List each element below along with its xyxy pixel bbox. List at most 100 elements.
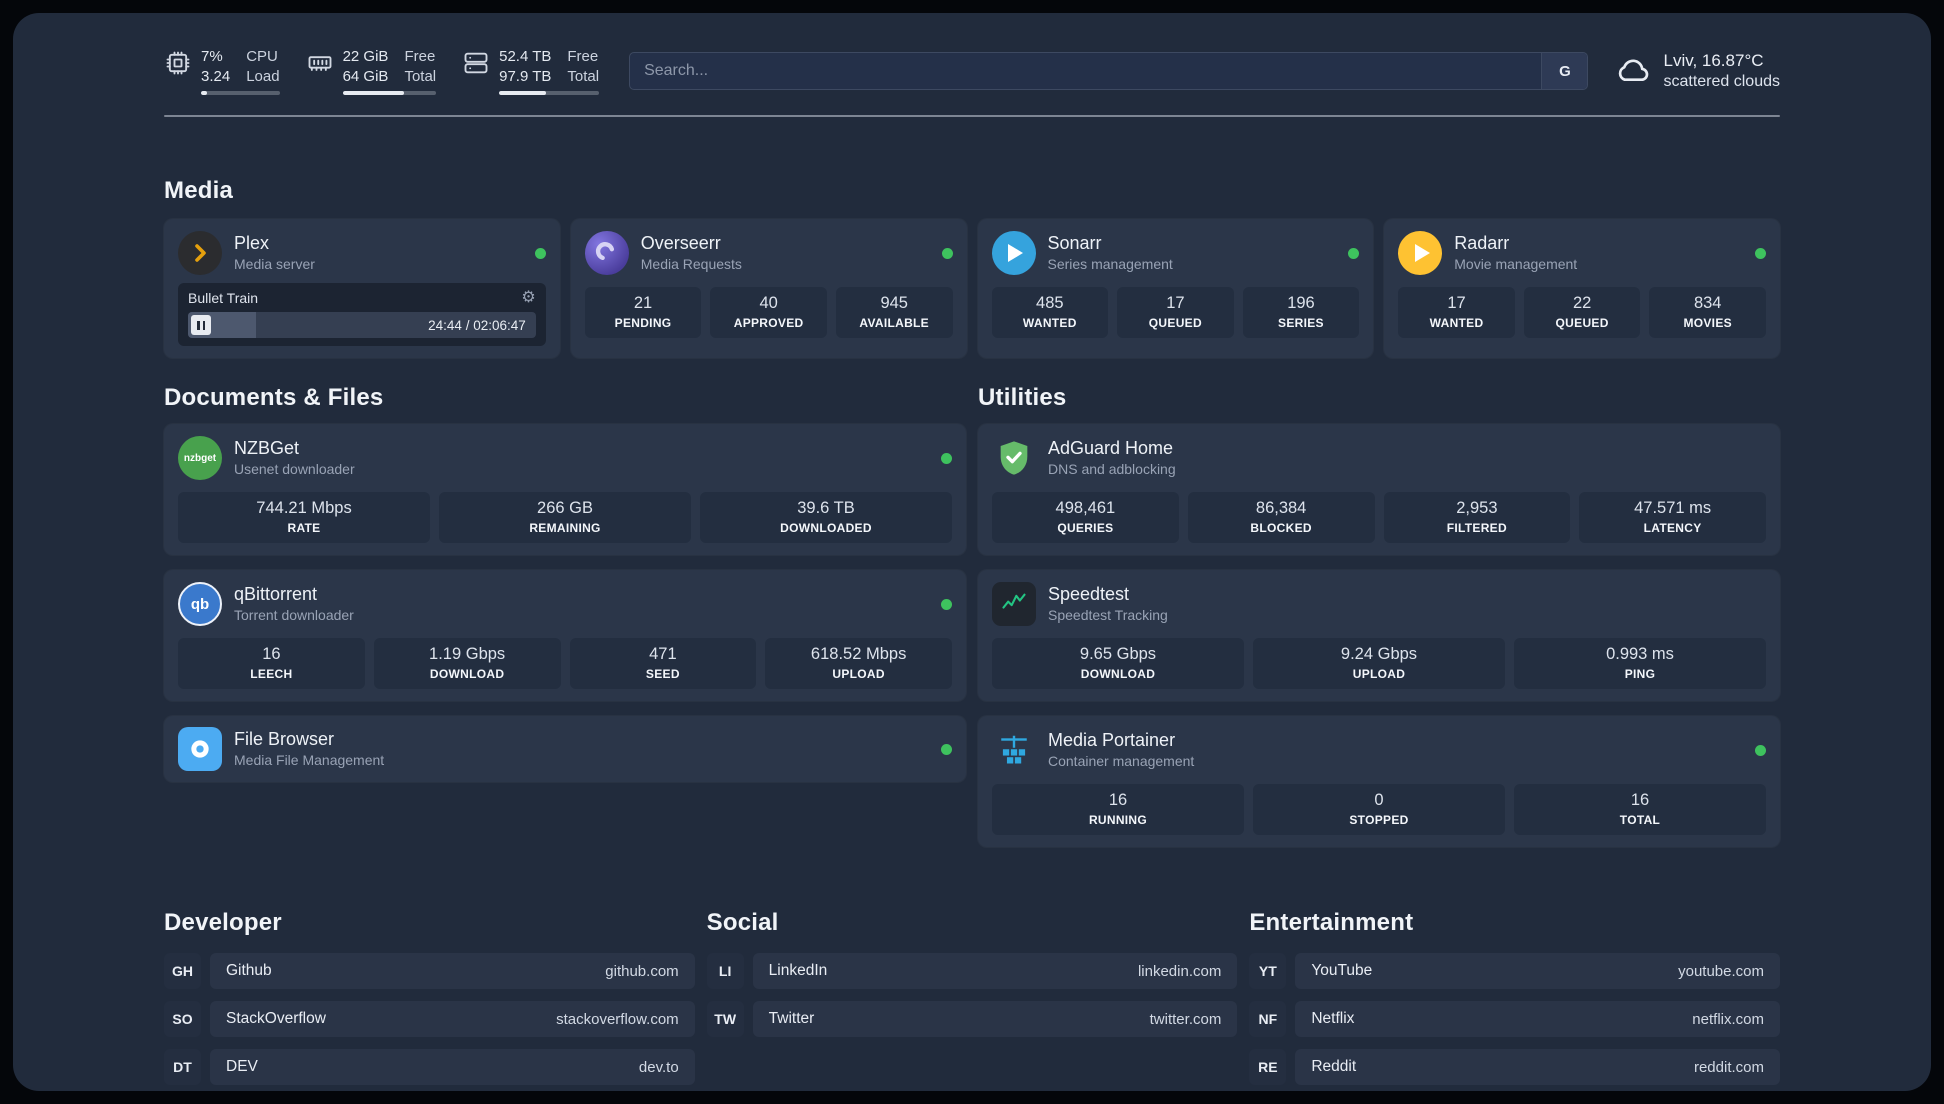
- bookmark-stackoverflow[interactable]: SO StackOverflow stackoverflow.com: [164, 1001, 695, 1037]
- stat-tile: 471 SEED: [569, 638, 757, 689]
- stat-tile: 21 PENDING: [584, 287, 702, 338]
- weather-location: Lviv, 16.87°C: [1663, 50, 1764, 70]
- app-subtitle: Speedtest Tracking: [1048, 607, 1168, 624]
- disk-total-value: 97.9 TB: [499, 67, 552, 85]
- filebrowser-card[interactable]: File Browser Media File Management: [164, 716, 966, 782]
- bookmark-abbr: YT: [1249, 953, 1287, 989]
- now-playing-title: Bullet Train: [188, 290, 259, 306]
- ram-icon: [308, 56, 332, 71]
- bookmark-abbr: DT: [164, 1049, 201, 1085]
- disk-widget: 52.4 TB 97.9 TB Free Total: [462, 47, 600, 95]
- pause-button[interactable]: [191, 315, 211, 335]
- media-section-heading: Media: [164, 177, 234, 204]
- stat-tile: 16 TOTAL: [1514, 784, 1766, 835]
- bookmark-url: stackoverflow.com: [556, 1010, 679, 1028]
- stat-value: 22: [1572, 294, 1592, 312]
- qbittorrent-card[interactable]: qb qBittorrent Torrent downloader 16 LEE…: [164, 570, 966, 701]
- bookmark-reddit[interactable]: RE Reddit reddit.com: [1249, 1049, 1780, 1085]
- bookmark-name: YouTube: [1311, 962, 1373, 979]
- stat-label: LATENCY: [1643, 521, 1702, 535]
- stat-tile: 22 QUEUED: [1523, 287, 1641, 338]
- bookmark-youtube[interactable]: YT YouTube youtube.com: [1249, 953, 1780, 989]
- documents-column: Documents & Files nzbget NZBGet Usenet d…: [164, 384, 966, 782]
- stat-label: STOPPED: [1349, 813, 1409, 827]
- app-subtitle: Series management: [1047, 256, 1173, 273]
- adguard-card[interactable]: AdGuard Home DNS and adblocking 498,461 …: [978, 424, 1780, 555]
- stat-tile: 17 QUEUED: [1117, 287, 1234, 338]
- stat-label: QUEUED: [1555, 316, 1609, 330]
- overseerr-card[interactable]: Overseerr Media Requests 21 PENDING 40 A…: [570, 219, 967, 358]
- nzbget-card[interactable]: nzbget NZBGet Usenet downloader 744.21 M…: [164, 424, 966, 555]
- bookmark-name: Twitter: [768, 1010, 815, 1027]
- app-name: AdGuard Home: [1048, 437, 1174, 458]
- stat-tile: 266 GB REMAINING: [439, 492, 691, 543]
- dashboard-page: 7% 3.24 CPU Load 22 GiB 64 GiB Free Tota…: [13, 13, 1931, 1091]
- status-dot: [941, 598, 952, 610]
- stat-value: 485: [1036, 294, 1064, 312]
- system-widgets: 7% 3.24 CPU Load 22 GiB 64 GiB Free Tota…: [164, 47, 600, 95]
- bookmark-url: twitter.com: [1149, 1010, 1222, 1028]
- portainer-card[interactable]: Media Portainer Container management 16 …: [978, 716, 1780, 847]
- bookmark-twitter[interactable]: TW Twitter twitter.com: [706, 1001, 1238, 1037]
- sonarr-card[interactable]: Sonarr Series management 485 WANTED 17 Q…: [977, 219, 1374, 358]
- stat-tile: 17 WANTED: [1398, 287, 1515, 338]
- status-dot: [1755, 247, 1766, 259]
- stat-label: LEECH: [250, 667, 293, 681]
- bookmark-abbr: TW: [706, 1001, 744, 1037]
- stat-label: DOWNLOAD: [429, 667, 505, 681]
- stat-label: DOWNLOADED: [780, 521, 872, 535]
- stat-tile: 47.571 ms LATENCY: [1579, 492, 1766, 543]
- bookmark-url: linkedin.com: [1137, 962, 1222, 980]
- stat-tile: 498,461 QUERIES: [992, 492, 1179, 543]
- bookmark-url: youtube.com: [1678, 962, 1764, 980]
- stat-label: RUNNING: [1088, 813, 1148, 827]
- adguard-icon: [992, 436, 1036, 480]
- bookmark-name: Netflix: [1311, 1010, 1355, 1027]
- stat-value: 16: [1630, 791, 1650, 809]
- app-name: File Browser: [234, 728, 335, 749]
- stat-tile: 1.19 Gbps DOWNLOAD: [373, 638, 561, 689]
- search-input[interactable]: [630, 53, 1542, 89]
- bookmark-name: StackOverflow: [226, 1010, 326, 1027]
- stat-label: SEED: [645, 667, 680, 681]
- stat-value: 17: [1166, 294, 1185, 312]
- speedtest-card[interactable]: Speedtest Speedtest Tracking 9.65 Gbps D…: [978, 570, 1780, 701]
- app-name: Media Portainer: [1048, 729, 1176, 750]
- google-search-button[interactable]: G: [1541, 53, 1588, 89]
- playback-time: 24:44 / 02:06:47: [428, 317, 526, 333]
- stat-tile: 40 APPROVED: [710, 287, 827, 338]
- gear-icon[interactable]: ⚙: [521, 290, 535, 306]
- stat-value: 9.24 Gbps: [1340, 645, 1418, 663]
- stat-value: 196: [1287, 294, 1315, 312]
- status-dot: [1755, 744, 1766, 756]
- documents-section-heading: Documents & Files: [164, 384, 384, 411]
- plex-card[interactable]: Plex Media server Bullet Train ⚙ 24:44 /…: [164, 219, 560, 358]
- app-name: Plex: [234, 232, 270, 253]
- bookmark-github[interactable]: GH Github github.com: [164, 953, 695, 989]
- bookmark-linkedin[interactable]: LI LinkedIn linkedin.com: [706, 953, 1238, 989]
- overseerr-icon: [584, 231, 629, 275]
- bookmark-netflix[interactable]: NF Netflix netflix.com: [1249, 1001, 1780, 1037]
- stat-tile: 16 RUNNING: [992, 784, 1244, 835]
- stat-value: 39.6 TB: [797, 499, 855, 517]
- stat-label: PENDING: [614, 316, 672, 330]
- status-dot: [941, 247, 953, 259]
- stat-label: SERIES: [1278, 316, 1324, 330]
- stat-value: 0: [1374, 791, 1384, 809]
- app-name: Radarr: [1454, 232, 1510, 253]
- stat-value: 17: [1447, 294, 1466, 312]
- weather-condition: scattered clouds: [1663, 72, 1780, 90]
- speedtest-icon: [992, 582, 1036, 626]
- bookmark-abbr: SO: [164, 1001, 201, 1037]
- status-dot: [941, 743, 952, 755]
- radarr-card[interactable]: Radarr Movie management 17 WANTED 22 QUE…: [1384, 219, 1780, 358]
- ram-total-label: Total: [404, 67, 437, 85]
- bookmark-dev[interactable]: DT DEV dev.to: [164, 1049, 695, 1085]
- stat-value: 16: [262, 645, 281, 663]
- cpu-load-average: 3.24: [201, 67, 231, 85]
- media-card-grid: Plex Media server Bullet Train ⚙ 24:44 /…: [164, 219, 1780, 358]
- ram-progress-bar: [342, 91, 437, 95]
- app-subtitle: Container management: [1048, 753, 1195, 770]
- playback-progress-bar[interactable]: 24:44 / 02:06:47: [188, 312, 536, 338]
- bookmark-url: netflix.com: [1692, 1010, 1764, 1028]
